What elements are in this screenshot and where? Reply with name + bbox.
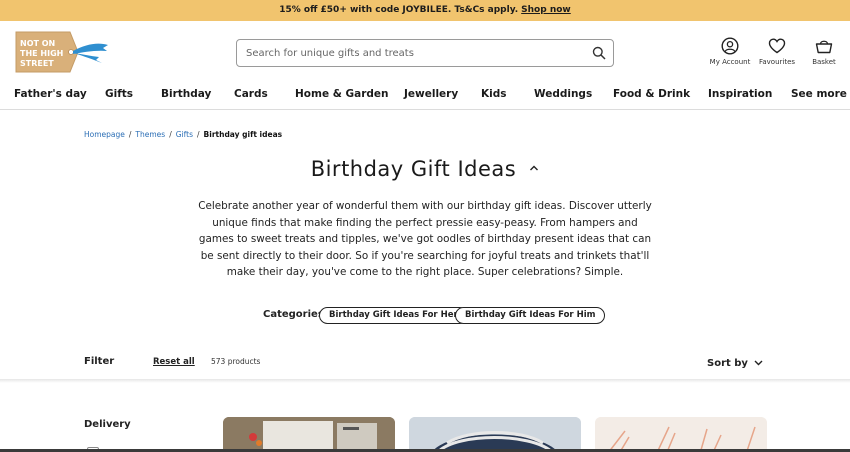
main-nav: Father's day Gifts Birthday Cards Home &… [0,86,850,108]
promo-text: 15% off £50+ with code JOYBILEE. Ts&Cs a… [279,5,519,15]
categories-label: Categories [263,309,324,320]
logo-text-line: STREET [20,59,54,68]
filter-bar-shadow [0,379,850,383]
nav-gifts[interactable]: Gifts [105,88,133,100]
page-description: Celebrate another year of wonderful them… [198,200,652,278]
nav-birthday[interactable]: Birthday [161,88,211,100]
nav-see-more[interactable]: See more [791,88,847,100]
page-title: Birthday Gift Ideas [310,157,517,181]
nav-home-garden[interactable]: Home & Garden [295,88,389,100]
nav-jewellery[interactable]: Jewellery [404,88,458,100]
category-pill-for-her[interactable]: Birthday Gift Ideas For Her [319,307,468,324]
breadcrumb-separator: / [169,130,172,139]
search-input[interactable] [246,46,576,61]
chevron-down-icon [754,360,763,366]
my-account-button[interactable]: My Account [706,37,754,66]
breadcrumb-gifts[interactable]: Gifts [176,130,193,139]
logo-text-line: NOT ON [20,39,55,48]
category-pill-for-him[interactable]: Birthday Gift Ideas For Him [455,307,606,324]
account-icon [721,37,739,55]
page-title-wrap: Birthday Gift Ideas [0,157,850,181]
basket-icon [815,40,833,54]
sort-by-label: Sort by [707,358,748,369]
search-icon[interactable] [592,46,606,60]
chevron-up-icon[interactable] [529,163,539,173]
logo-text-line: THE HIGH [20,49,63,58]
nav-weddings[interactable]: Weddings [534,88,592,100]
favourites-label: Favourites [758,58,796,66]
product-count: 573 products [211,357,261,366]
filter-bar: Filter Reset all 573 products Sort by [0,345,850,379]
breadcrumb-separator: / [197,130,200,139]
heart-icon [768,38,786,54]
basket-label: Basket [812,58,836,66]
promo-shop-now-link[interactable]: Shop now [521,5,571,15]
reset-all-button[interactable]: Reset all [153,357,195,367]
search-bar [236,39,614,67]
promo-banner: 15% off £50+ with code JOYBILEE. Ts&Cs a… [0,0,850,21]
filter-label: Filter [84,356,115,367]
nav-kids[interactable]: Kids [481,88,507,100]
breadcrumb: Homepage / Themes / Gifts / Birthday gift idea… [84,130,282,139]
product-card-image[interactable] [409,417,581,452]
basket-button[interactable]: Basket [806,37,842,66]
breadcrumb-themes[interactable]: Themes [135,130,165,139]
sort-by-dropdown[interactable]: Sort by [707,358,763,369]
my-account-label: My Account [709,58,751,66]
breadcrumb-separator: / [128,130,132,139]
product-card-image[interactable] [595,417,767,452]
product-card-image[interactable] [223,417,395,452]
nav-inspiration[interactable]: Inspiration [708,88,772,100]
breadcrumb-current: Birthday gift ideas [203,130,283,139]
nav-divider [0,109,850,110]
site-logo[interactable]: NOT ON THE HIGH STREET [14,30,110,74]
nav-fathers-day[interactable]: Father's day [14,88,87,100]
nav-cards[interactable]: Cards [234,88,268,100]
delivery-filter-heading[interactable]: Delivery [84,419,131,430]
breadcrumb-homepage[interactable]: Homepage [84,130,125,139]
favourites-button[interactable]: Favourites [757,37,797,66]
nav-food-drink[interactable]: Food & Drink [613,88,690,100]
